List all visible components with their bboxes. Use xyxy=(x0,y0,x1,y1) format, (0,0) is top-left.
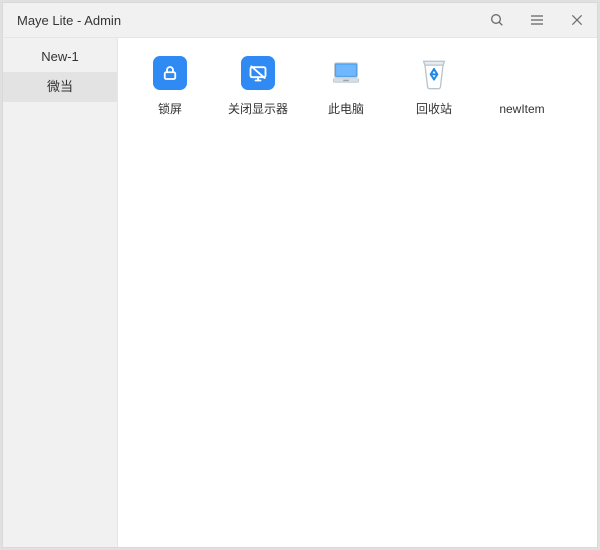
sidebar: New-1 微当 xyxy=(3,38,117,547)
app-this-pc[interactable]: 此电脑 xyxy=(302,52,390,134)
app-label: 回收站 xyxy=(416,102,452,116)
app-new-item[interactable]: newItem xyxy=(478,52,566,134)
app-lock-screen[interactable]: 锁屏 xyxy=(126,52,214,134)
sidebar-item-new-1[interactable]: New-1 xyxy=(3,42,117,72)
hamburger-icon xyxy=(529,12,545,28)
app-label: newItem xyxy=(499,102,544,116)
sidebar-item-label: New-1 xyxy=(41,49,79,64)
search-button[interactable] xyxy=(477,3,517,37)
app-recycle-bin[interactable]: 回收站 xyxy=(390,52,478,134)
this-pc-icon xyxy=(327,54,365,92)
close-icon xyxy=(570,13,584,27)
title-bar: Maye Lite - Admin xyxy=(3,3,597,38)
app-window: Maye Lite - Admin xyxy=(2,2,598,548)
blank-icon xyxy=(503,54,541,92)
search-icon xyxy=(489,12,505,28)
app-turn-off-display[interactable]: 关闭显示器 xyxy=(214,52,302,134)
app-label: 关闭显示器 xyxy=(228,102,288,116)
sidebar-item-weidang[interactable]: 微当 xyxy=(3,72,117,102)
menu-button[interactable] xyxy=(517,3,557,37)
app-label: 此电脑 xyxy=(328,102,364,116)
window-body: New-1 微当 锁屏 xyxy=(3,38,597,547)
lock-icon xyxy=(151,54,189,92)
close-button[interactable] xyxy=(557,3,597,37)
sidebar-item-label: 微当 xyxy=(47,79,73,94)
monitor-off-icon xyxy=(239,54,277,92)
window-title: Maye Lite - Admin xyxy=(17,13,121,28)
content-area: 锁屏 关闭显示器 xyxy=(117,38,597,547)
recycle-bin-icon xyxy=(415,54,453,92)
app-label: 锁屏 xyxy=(158,102,182,116)
